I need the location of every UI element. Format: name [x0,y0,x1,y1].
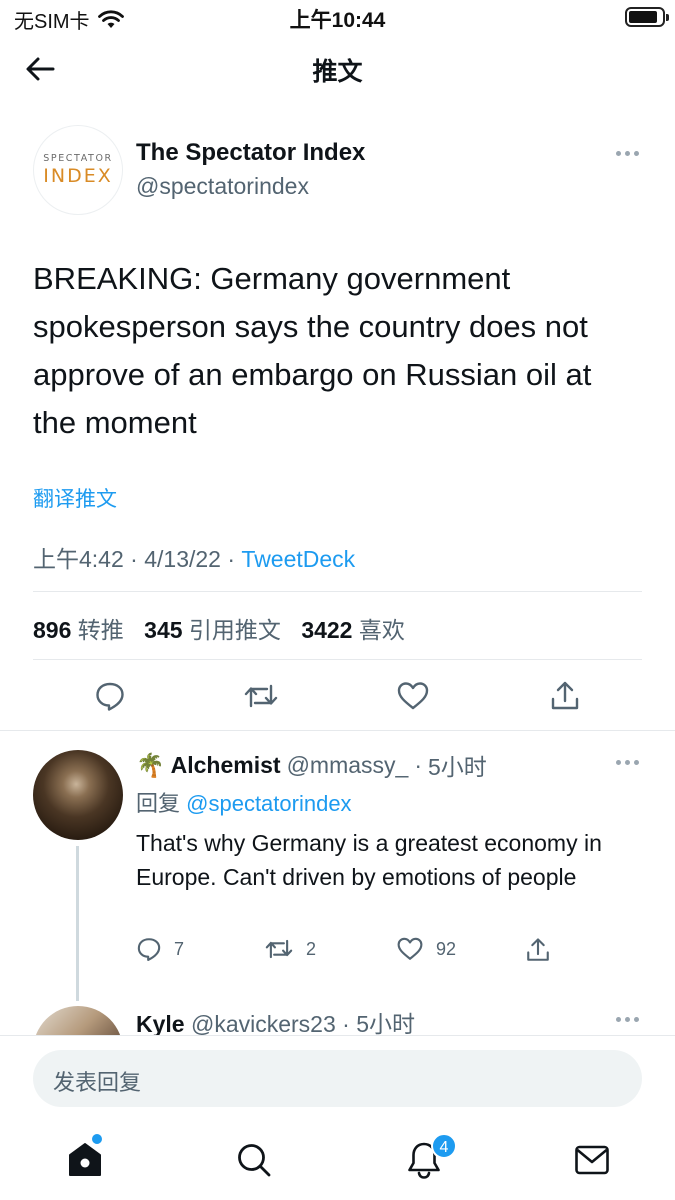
retweet-button[interactable] [239,674,283,718]
mail-icon [575,1145,609,1175]
tab-search[interactable] [229,1135,279,1185]
heart-icon [397,682,429,710]
reply-time: 5小时 [356,1011,416,1037]
dot-icon [624,1016,630,1022]
reply-composer-input[interactable]: 发表回复 [33,1050,642,1107]
reply-author-name[interactable]: Alchemist [171,752,281,779]
likes-count[interactable]: 3422 [301,617,352,643]
heart-icon [397,937,423,960]
like-count: 92 [436,938,457,959]
dot-icon [633,150,639,156]
quotes-count[interactable]: 345 [144,617,182,643]
reply-count: 7 [174,938,185,959]
meta-separator: · [342,1011,350,1037]
translate-tweet-link[interactable]: 翻译推文 [33,483,117,513]
divider [0,730,675,731]
author-avatar[interactable]: SPECTATOR INDEX [33,125,123,215]
dot-icon [633,759,639,765]
retweets-label[interactable]: 转推 [78,617,124,643]
home-new-dot [92,1134,102,1144]
reply-to-line: 回复 @spectatorindex [136,786,352,818]
tab-home[interactable] [60,1135,110,1185]
reply-more-button[interactable] [613,756,641,768]
dot-icon [615,1016,621,1022]
meta-separator: · [227,546,242,572]
author-name[interactable]: The Spectator Index [136,139,365,167]
reply-author-handle[interactable]: @kavickers23 [191,1011,336,1037]
retweet-icon [265,939,293,959]
retweets-count[interactable]: 896 [33,617,71,643]
page-title: 推文 [312,58,363,86]
reply-time: 5小时 [428,754,487,780]
share-icon [527,938,549,961]
tweet-more-button[interactable] [613,147,641,159]
reply-share-button[interactable] [525,936,551,964]
reply-retweet-button[interactable]: 2 [264,936,316,962]
reply-reply-button[interactable]: 7 [136,936,184,962]
battery-icon [625,7,669,27]
reply-author-handle[interactable]: @mmassy_ [287,752,409,779]
reply-to-handle[interactable]: @spectatorindex [186,791,351,816]
status-bar-time: 上午10:44 [289,9,386,32]
dot-icon [615,759,621,765]
author-handle[interactable]: @spectatorindex [136,173,309,200]
like-button[interactable] [391,674,435,718]
tweet-date: 4/13/22 [144,546,221,572]
retweet-count: 2 [306,938,317,959]
logo-bottom-text: INDEX [43,165,113,187]
likes-label[interactable]: 喜欢 [359,617,405,643]
tweet-text: BREAKING: Germany government spokesperso… [33,261,592,440]
logo-top-text: SPECTATOR [43,153,113,164]
reply-author-name[interactable]: Kyle [136,1011,185,1037]
share-button[interactable] [543,674,587,718]
quotes-label[interactable]: 引用推文 [189,617,281,643]
home-icon [69,1143,101,1176]
reply-button[interactable] [88,674,132,718]
reply-icon [137,938,161,962]
search-icon [238,1144,271,1177]
reply-avatar[interactable] [33,750,123,840]
divider [33,591,642,592]
reply-header: 🌴 Alchemist @mmassy_ · 5小时 [136,748,487,782]
reply-icon [96,682,124,711]
reply-to-prefix: 回复 [136,791,181,816]
tweet-time: 上午4:42 [33,546,124,572]
dot-icon [624,759,630,765]
retweet-icon [244,684,278,708]
share-icon [551,681,579,710]
meta-separator: · [130,546,145,572]
notifications-badge: 4 [431,1133,457,1159]
thread-line [76,846,79,1001]
reply-text: That's why Germany is a greatest economy… [136,830,602,890]
tab-messages[interactable] [567,1135,617,1185]
tweet-source-link[interactable]: TweetDeck [241,546,355,572]
tweet-meta: 上午4:42 · 4/13/22 · TweetDeck [33,540,355,574]
meta-separator: · [414,751,422,778]
dot-icon [615,150,621,156]
reply-more-button[interactable] [613,1013,641,1025]
divider [33,659,642,660]
reply-like-button[interactable]: 92 [396,936,456,962]
tweet-stats: 896 转推 345 引用推文 3422 喜欢 [33,611,419,645]
dot-icon [624,150,630,156]
palm-tree-emoji: 🌴 [136,751,165,778]
reply-header: Kyle @kavickers23 · 5小时 [136,1005,415,1039]
dot-icon [633,1016,639,1022]
